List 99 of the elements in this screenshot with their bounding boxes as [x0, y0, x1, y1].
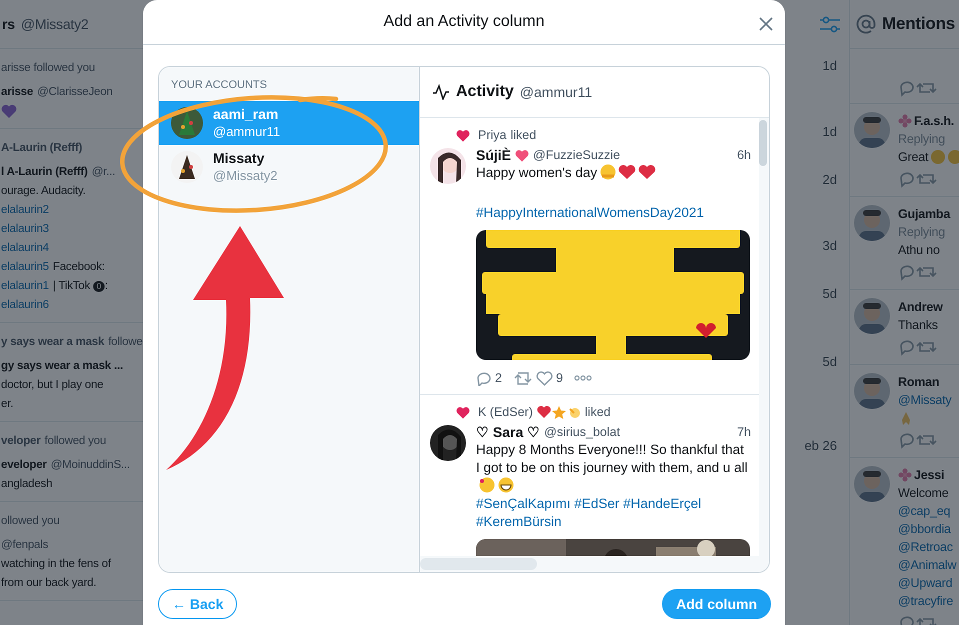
reply-label: Replying — [898, 132, 946, 146]
mention-text: Thanks — [898, 318, 938, 332]
user-name: eveloper — [1, 458, 47, 470]
liked-label: liked — [510, 128, 536, 142]
user-name: SújiÈ — [476, 147, 512, 163]
bio-link[interactable]: elalaurin3 — [1, 222, 49, 234]
follower-name: y says wear a mask — [1, 336, 104, 348]
follower-name: A-Laurin (Refff) — [1, 142, 82, 154]
hashtag-link[interactable]: #SenÇalKapımı #EdSer #HandeErçel — [476, 496, 702, 511]
reply-icon[interactable] — [476, 370, 492, 386]
flower-icon — [898, 114, 912, 128]
flower-icon — [898, 468, 912, 482]
mention-text: Great — [898, 150, 928, 164]
bio-link[interactable]: elalaurin4 — [1, 242, 49, 254]
bio-text: angladesh — [1, 478, 52, 490]
bio-text: watching in the fens of — [1, 558, 111, 570]
user-name: Jessi — [914, 468, 944, 482]
tweet-time: 5d — [822, 286, 837, 302]
account-item[interactable]: aami_ram @ammur11 — [159, 101, 419, 145]
mention-link[interactable]: @Animalw — [898, 558, 956, 572]
mention-text: Athu no — [898, 243, 940, 257]
more-icon[interactable] — [574, 374, 592, 382]
column-title: Mentions — [882, 14, 956, 34]
emoji-icon — [479, 477, 515, 493]
tweet-text: Happy women's day — [476, 165, 598, 180]
bio-link[interactable]: elalaurin6 — [1, 298, 49, 310]
follow-notice: arisse followed you — [1, 62, 96, 74]
heart-icon — [456, 406, 470, 418]
heart-icon — [1, 104, 17, 118]
reply-label: Replying — [898, 225, 946, 239]
panel-handle: @ammur11 — [520, 84, 592, 100]
mention-link[interactable]: @bbordia — [898, 522, 951, 536]
user-name: l A-Laurin (Refff) — [1, 166, 88, 178]
liker-name: K (EdSer) — [478, 405, 533, 419]
dialog-title: Add an Activity column — [384, 13, 544, 31]
user-handle: @MoinuddinS... — [50, 458, 130, 470]
bio-text: ourage. Audacity. — [1, 184, 86, 196]
column-title: rs — [2, 16, 15, 32]
user-handle: @ClarisseJeon — [37, 86, 113, 98]
user-handle: @r... — [92, 166, 116, 178]
bio-text: | TikTok ⓿: — [52, 280, 108, 292]
hashtag-link[interactable]: #HappyInternationalWomensDay2021 — [476, 205, 704, 220]
bio-text: doctor, but I play one — [1, 378, 104, 390]
like-icon[interactable] — [536, 370, 553, 386]
mention-text: Welcome — [898, 486, 948, 500]
tweet-time: eb 26 — [804, 438, 837, 454]
user-name: gy says wear a mask ... — [1, 360, 123, 372]
filter-icon[interactable] — [819, 15, 841, 35]
user-name: Roman — [898, 375, 940, 389]
user-handle: @sirius_bolat — [544, 425, 620, 439]
user-name: Gujamba — [898, 207, 950, 221]
user-name: Andrew — [898, 300, 943, 314]
bio-link[interactable]: elalaurin1 — [1, 280, 49, 292]
tweet-time: 7h — [737, 425, 751, 439]
bio-link[interactable]: elalaurin2 — [1, 204, 49, 216]
retweet-icon[interactable] — [512, 370, 533, 386]
tweet-time: 5d — [822, 354, 837, 370]
user-name: F.a.s.h. — [914, 114, 954, 128]
tweet-time: 2d — [822, 172, 837, 188]
follow-notice: ollowed you — [1, 514, 60, 526]
section-label: YOUR ACCOUNTS — [170, 78, 268, 93]
user-name: ♡ Sara ♡ — [476, 424, 540, 440]
at-icon — [856, 14, 876, 34]
emoji-icon — [600, 164, 656, 180]
add-column-button[interactable]: Add column — [662, 589, 771, 619]
follower-name: veloper — [1, 434, 41, 446]
bio-text: er. — [1, 398, 14, 410]
user-handle: @FuzzieSuzzie — [533, 148, 620, 162]
tweet-text: Happy 8 Months Everyone!!! So thankful that I got to be on this journey with them, and u all — [476, 442, 748, 475]
account-item[interactable]: Missaty @Missaty2 — [159, 145, 419, 189]
liked-label: liked — [584, 405, 611, 419]
like-count: 9 — [556, 371, 563, 385]
follow-notice: followe — [108, 336, 143, 348]
bio-text: from our back yard. — [1, 576, 96, 588]
mention-link[interactable]: @Upward — [898, 576, 952, 590]
reply-count: 2 — [495, 371, 502, 385]
mention-link[interactable]: @Retroac — [898, 540, 953, 554]
tweet-time: 3d — [822, 238, 837, 254]
tweet-time: 1d — [822, 124, 837, 140]
activity-icon — [432, 84, 450, 100]
liker-name: Priya — [478, 128, 506, 142]
mention-link[interactable]: @Missaty — [898, 393, 952, 407]
tweet-time: 6h — [737, 148, 751, 162]
heart-icon — [456, 128, 470, 142]
tweet-time: 1d — [822, 58, 837, 74]
user-name: arisse — [1, 86, 34, 98]
bio-text: Facebook: — [52, 260, 105, 272]
close-icon[interactable] — [759, 17, 773, 31]
user-handle: @fenpals — [1, 538, 48, 550]
scrollbar-thumb[interactable] — [420, 558, 537, 570]
mention-link[interactable]: @tracyfire — [898, 594, 954, 608]
hashtag-link[interactable]: #KeremBürsin — [476, 514, 562, 529]
scrollbar-thumb[interactable] — [759, 120, 767, 166]
column-handle: @Missaty2 — [20, 16, 88, 32]
back-button[interactable]: ← Back — [158, 589, 238, 619]
mention-link[interactable]: @cap_eq — [898, 504, 950, 518]
panel-title: Activity — [456, 83, 514, 101]
bio-link[interactable]: elalaurin5 — [1, 260, 49, 272]
follow-notice: followed you — [44, 434, 106, 446]
